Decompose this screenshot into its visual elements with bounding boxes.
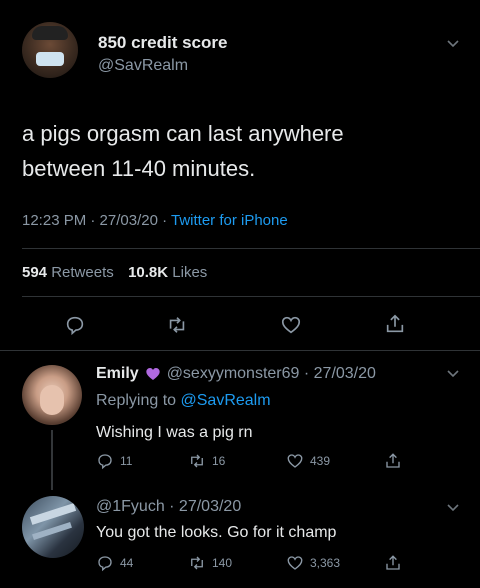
replying-prefix: Replying to: [96, 392, 181, 409]
purple-heart-icon: [146, 368, 160, 380]
like-action[interactable]: 439: [286, 452, 330, 470]
tweet-text: a pigs orgasm can last anywhere between …: [22, 116, 344, 186]
avatar[interactable]: [22, 22, 78, 78]
chevron-down-icon[interactable]: [446, 36, 460, 50]
reply-action[interactable]: 11: [96, 452, 132, 470]
likes-label[interactable]: Likes: [172, 264, 207, 281]
chevron-down-icon[interactable]: [446, 500, 460, 514]
display-name[interactable]: Emily: [96, 365, 139, 383]
retweet-icon[interactable]: [166, 314, 188, 336]
handle-date[interactable]: @1Fyuch · 27/03/20: [96, 498, 241, 516]
avatar[interactable]: [22, 496, 84, 558]
reply-count: 11: [120, 454, 133, 468]
handle-date[interactable]: @sexyymonster69 · 27/03/20: [167, 365, 376, 383]
reply-header: Emily @sexyymonster69 · 27/03/20: [96, 365, 376, 383]
like-icon[interactable]: [280, 314, 302, 336]
retweet-count: 140: [212, 556, 233, 570]
like-action[interactable]: 3,363: [286, 554, 340, 572]
avatar[interactable]: [22, 365, 82, 425]
reply-count: 44: [120, 556, 134, 570]
retweet-count: 16: [212, 454, 226, 468]
handle[interactable]: @SavRealm: [98, 57, 188, 75]
divider: [22, 296, 480, 297]
reply-action[interactable]: 44: [96, 554, 133, 572]
share-icon[interactable]: [384, 312, 406, 336]
like-count: 3,363: [310, 556, 341, 570]
reply-icon[interactable]: [64, 314, 86, 336]
retweet-action[interactable]: 140: [188, 554, 232, 572]
reply-icon: [98, 454, 112, 470]
tweet-text-line: between 11-40 minutes.: [22, 156, 256, 181]
divider: [22, 248, 480, 249]
retweets-label[interactable]: Retweets: [51, 264, 114, 281]
engagement-stats: 594 Retweets 10.8K Likes: [22, 264, 207, 281]
divider: [0, 350, 480, 351]
like-count: 439: [310, 454, 331, 468]
retweet-icon: [191, 454, 203, 468]
tweet-text-line: a pigs orgasm can last anywhere: [22, 121, 344, 146]
tweet-meta: 12:23 PM · 27/03/20 · Twitter for iPhone: [22, 212, 288, 229]
reply-text: You got the looks. Go for it champ: [96, 524, 337, 541]
retweet-icon: [191, 556, 203, 570]
thread-line: [51, 430, 53, 490]
likes-count[interactable]: 10.8K: [128, 264, 168, 281]
share-icon[interactable]: [384, 451, 402, 471]
chevron-down-icon[interactable]: [446, 366, 460, 380]
like-icon: [287, 454, 303, 468]
reply-icon: [98, 556, 112, 572]
like-icon: [287, 556, 303, 570]
share-icon[interactable]: [384, 553, 402, 573]
retweets-count[interactable]: 594: [22, 264, 47, 281]
tweet-timestamp: 12:23 PM · 27/03/20 ·: [22, 212, 171, 229]
replying-handle-link[interactable]: @SavRealm: [181, 392, 271, 409]
replying-to: Replying to @SavRealm: [96, 392, 271, 410]
reply-text: Wishing I was a pig rn: [96, 424, 253, 441]
display-name[interactable]: 850 credit score: [98, 33, 227, 53]
retweet-action[interactable]: 16: [188, 452, 225, 470]
tweet-source-link[interactable]: Twitter for iPhone: [171, 212, 288, 229]
